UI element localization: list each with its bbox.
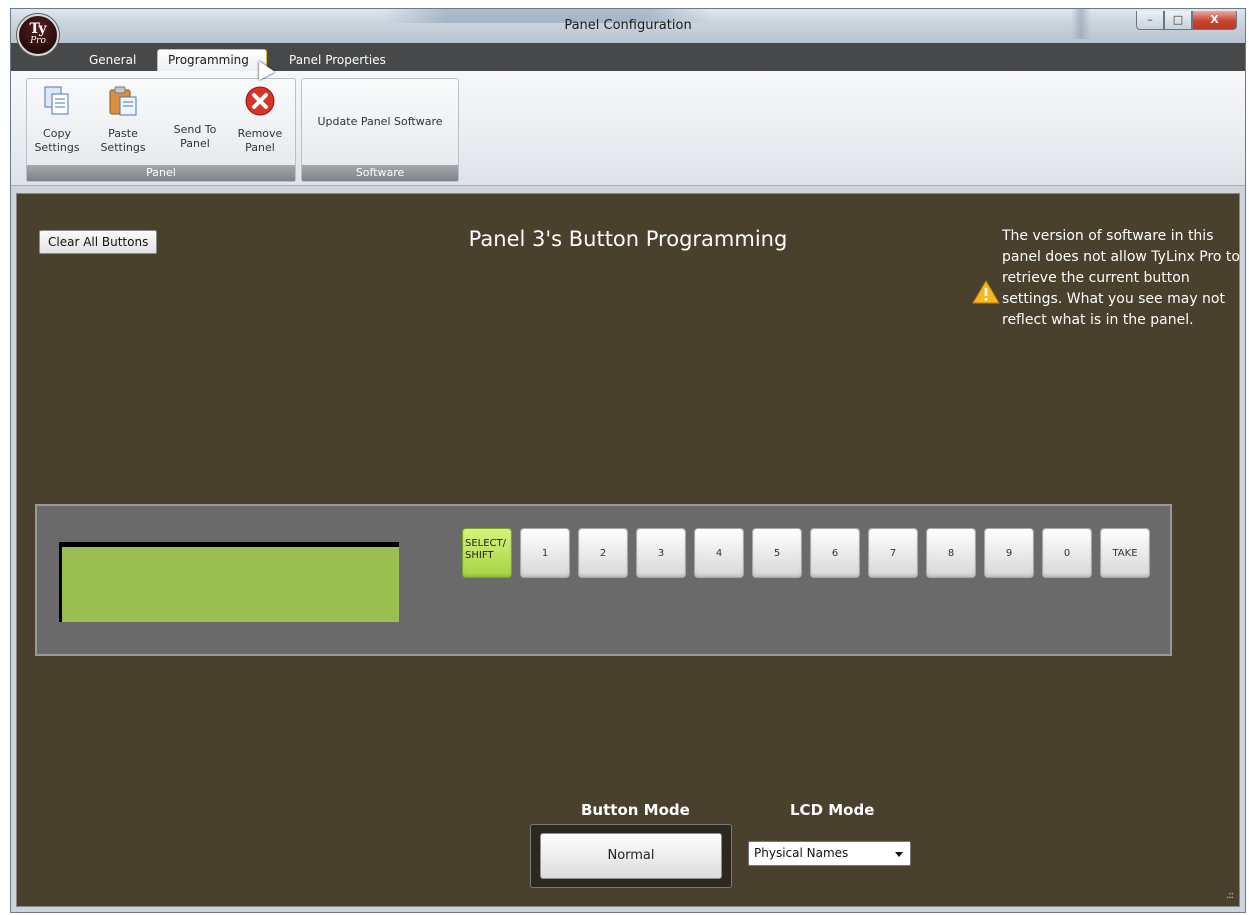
panel-button-select-shift[interactable]: SELECT/ SHIFT: [462, 528, 512, 578]
copy-settings-label: Copy Settings: [34, 127, 80, 154]
warning-message: The version of software in this panel do…: [1002, 228, 1240, 328]
panel-button-9[interactable]: 9: [984, 528, 1034, 578]
button-mode-label: Button Mode: [581, 801, 690, 819]
minimize-button[interactable]: –: [1136, 11, 1164, 30]
ribbon-tab-bar: General Programming Panel Properties: [11, 43, 1245, 71]
panel-button-6[interactable]: 6: [810, 528, 860, 578]
panel-button-8[interactable]: 8: [926, 528, 976, 578]
lcd-display: [59, 542, 399, 622]
send-to-panel-label: Send To Panel: [173, 123, 217, 150]
logo-text-bottom: Pro: [30, 36, 46, 46]
panel-configuration-window: Panel Configuration – □ X Ty Pro General…: [10, 8, 1246, 913]
button-mode-normal-button[interactable]: Normal: [540, 833, 722, 879]
panel-button-2[interactable]: 2: [578, 528, 628, 578]
panel-button-take[interactable]: TAKE: [1100, 528, 1150, 578]
panel-button-0[interactable]: 0: [1042, 528, 1092, 578]
tab-programming[interactable]: Programming: [157, 49, 267, 71]
panel-button-7[interactable]: 7: [868, 528, 918, 578]
warning-icon: [972, 280, 1000, 304]
ribbon-group-software: Update Panel Software Software: [301, 78, 459, 182]
lcd-mode-selected-value: Physical Names: [754, 846, 849, 860]
copy-settings-button[interactable]: Copy Settings: [29, 85, 85, 155]
logo-text-top: Ty: [29, 21, 47, 37]
tab-panel-properties[interactable]: Panel Properties: [279, 49, 396, 71]
ribbon-group-label: Software: [302, 165, 458, 181]
ribbon-group-label: Panel: [27, 165, 295, 181]
send-to-panel-icon-placeholder: [179, 85, 211, 117]
button-mode-box: Normal: [530, 824, 732, 888]
remove-panel-label: Remove Panel: [237, 127, 283, 154]
paste-settings-label: Paste Settings: [100, 127, 146, 154]
panel-button-3[interactable]: 3: [636, 528, 686, 578]
button-programming-area: Clear All Buttons Panel 3's Button Progr…: [16, 193, 1240, 907]
title-bar[interactable]: Panel Configuration – □ X: [11, 9, 1245, 43]
panel-button-4[interactable]: 4: [694, 528, 744, 578]
resize-grip-icon[interactable]: .::: [1226, 890, 1234, 901]
app-logo[interactable]: Ty Pro: [17, 14, 59, 56]
lcd-mode-label: LCD Mode: [790, 801, 875, 819]
panel-button-5[interactable]: 5: [752, 528, 802, 578]
ribbon-group-panel: Copy Settings Paste Settings Send To Pan…: [26, 78, 296, 182]
ribbon: Copy Settings Paste Settings Send To Pan…: [11, 71, 1245, 186]
paste-icon: [109, 86, 137, 116]
window-title: Panel Configuration: [564, 18, 692, 33]
paste-settings-button[interactable]: Paste Settings: [95, 85, 151, 155]
dropdown-arrow-icon: [895, 852, 903, 857]
update-panel-software-button[interactable]: Update Panel Software: [302, 115, 458, 128]
copy-icon: [44, 86, 69, 115]
panel-button-1[interactable]: 1: [520, 528, 570, 578]
tab-general[interactable]: General: [79, 49, 146, 71]
remove-icon: [245, 86, 275, 116]
lcd-mode-select[interactable]: Physical Names: [748, 841, 911, 866]
window-controls: – □ X: [1136, 11, 1237, 30]
panel-preview: SELECT/ SHIFT 1 2 3 4 5 6 7 8 9 0 TAKE: [35, 504, 1172, 656]
close-button[interactable]: X: [1192, 11, 1237, 30]
remove-panel-button[interactable]: Remove Panel: [232, 85, 288, 155]
send-to-panel-button[interactable]: Send To Panel: [167, 85, 223, 151]
maximize-button[interactable]: □: [1164, 11, 1192, 30]
